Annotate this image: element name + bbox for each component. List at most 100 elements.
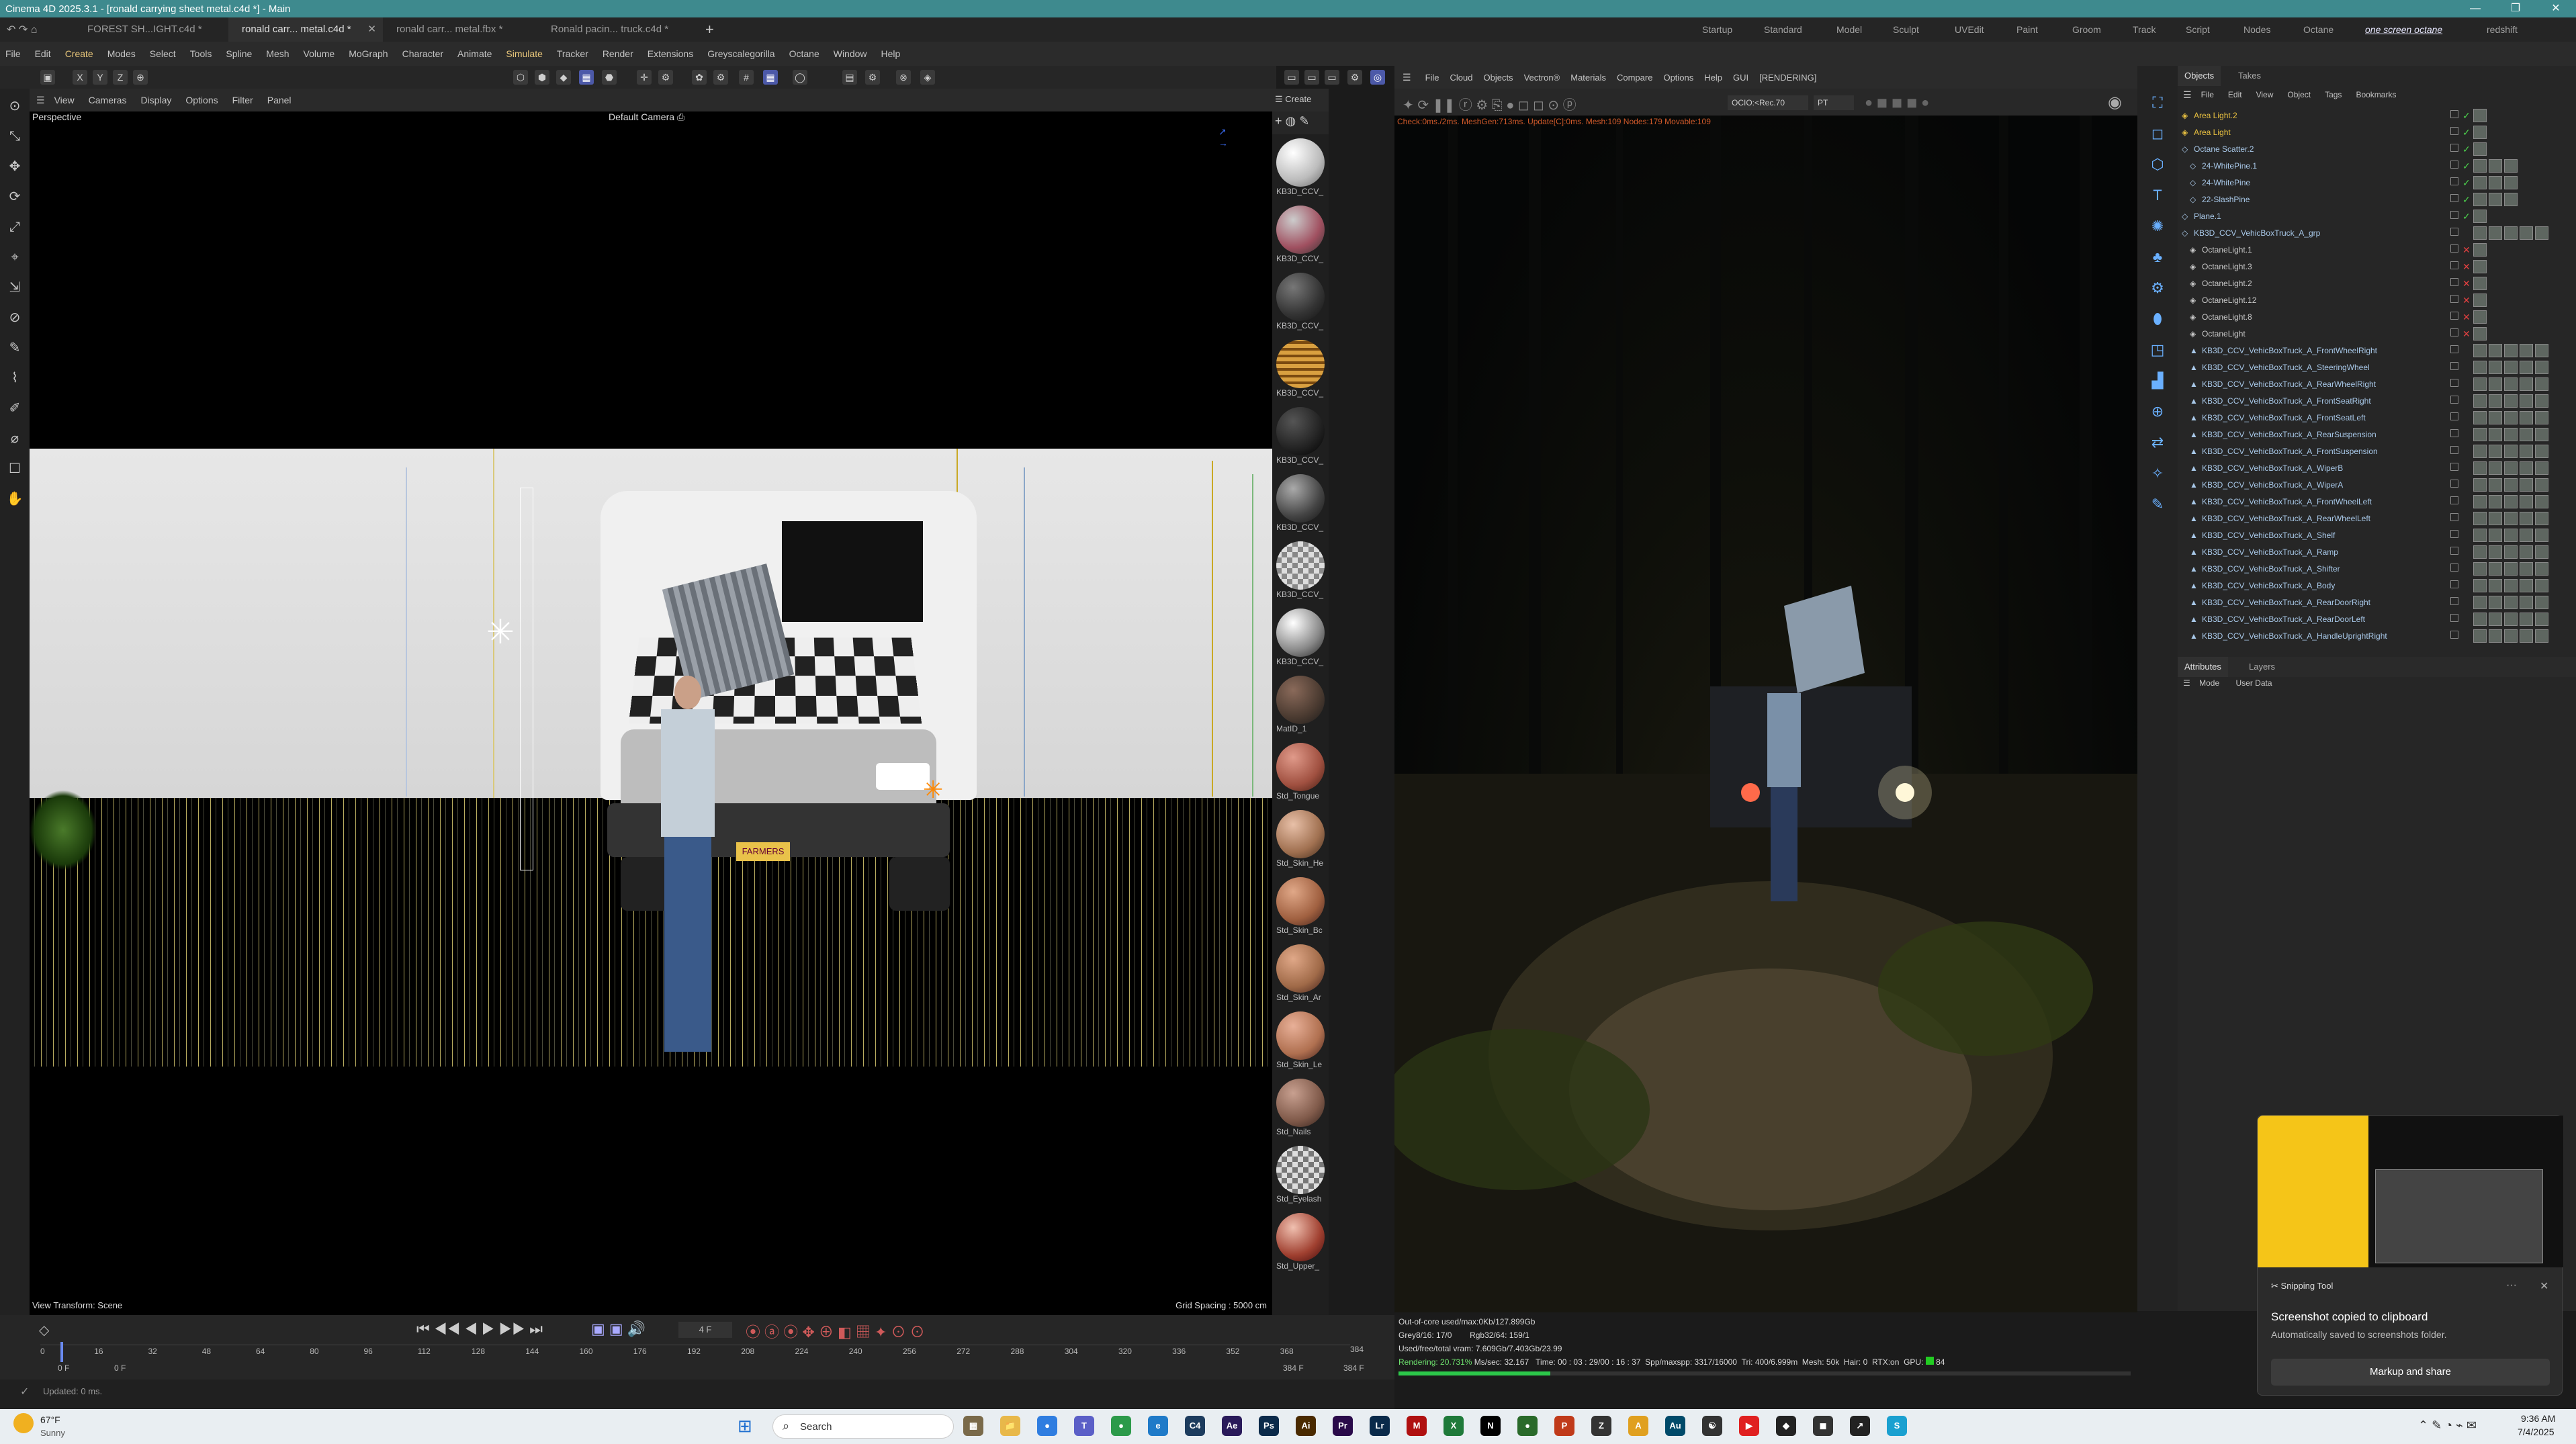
material-tag-icon[interactable]: [2489, 411, 2502, 424]
octane-text-icon[interactable]: T: [2147, 185, 2168, 206]
transform-icon[interactable]: ⌖: [5, 248, 24, 267]
object-state-icon[interactable]: ✕: [2462, 242, 2471, 259]
x-axis-icon[interactable]: X: [73, 70, 87, 85]
material-tag-icon[interactable]: [2504, 445, 2518, 458]
attr-menu-userdata[interactable]: User Data: [2235, 678, 2272, 688]
object-name[interactable]: OctaneLight.8: [2202, 309, 2252, 326]
material-tag-icon[interactable]: [2489, 596, 2502, 609]
material-swatch[interactable]: Std_Skin_Bc: [1276, 877, 1325, 944]
object-state-icon[interactable]: ✕: [2462, 259, 2471, 275]
material-tag-icon[interactable]: [2520, 445, 2533, 458]
material-tag-icon[interactable]: [2489, 445, 2502, 458]
object-row[interactable]: ◈ OctaneLight.12 ✕: [2178, 292, 2576, 309]
material-tag-icon[interactable]: [2489, 562, 2502, 576]
material-tag-icon[interactable]: [2504, 361, 2518, 374]
material-tag-icon[interactable]: [2520, 512, 2533, 525]
object-name[interactable]: KB3D_CCV_VehicBoxTruck_A_grp: [2194, 225, 2320, 242]
move-icon[interactable]: ✥: [5, 157, 24, 176]
menu-simulate[interactable]: Simulate: [506, 48, 542, 59]
material-tag-icon[interactable]: [2473, 545, 2487, 559]
material-tag-icon[interactable]: [2535, 529, 2548, 542]
object-name[interactable]: KB3D_CCV_VehicBoxTruck_A_FrontWheelRight: [2202, 343, 2377, 359]
material-tag-icon[interactable]: [2473, 277, 2487, 290]
layout-startup[interactable]: Startup: [1702, 17, 1732, 42]
object-name[interactable]: Area Light: [2194, 124, 2231, 141]
material-tag-icon[interactable]: [2535, 461, 2548, 475]
object-row[interactable]: ◇ 24-WhitePine ✓: [2178, 175, 2576, 191]
object-row[interactable]: ◈ Area Light ✓: [2178, 124, 2576, 141]
layout-script[interactable]: Script: [2186, 17, 2210, 42]
material-tag-icon[interactable]: [2489, 495, 2502, 508]
visibility-checkbox[interactable]: [2450, 312, 2458, 320]
ocio-select[interactable]: OCIO:<Rec.70: [1728, 95, 1808, 110]
material-tag-icon[interactable]: [2520, 495, 2533, 508]
layout-track[interactable]: Track: [2133, 17, 2156, 42]
taskbar-app-icon[interactable]: Au: [1665, 1416, 1685, 1436]
material-tag-icon[interactable]: [2535, 478, 2548, 492]
taskbar-app-icon[interactable]: ◆: [1776, 1416, 1796, 1436]
object-name[interactable]: Plane.1: [2194, 208, 2221, 225]
menu-render[interactable]: Render: [603, 48, 633, 59]
taskbar-app-icon[interactable]: A: [1628, 1416, 1648, 1436]
snap-icon[interactable]: ✿: [692, 70, 707, 85]
material-tag-icon[interactable]: [2473, 210, 2487, 223]
weather-icon[interactable]: [13, 1413, 34, 1433]
material-tag-icon[interactable]: [2473, 562, 2487, 576]
material-swatch[interactable]: Std_Nails: [1276, 1079, 1325, 1146]
loop-controls[interactable]: ▣ ▣ 🔊: [591, 1320, 646, 1338]
visibility-checkbox[interactable]: [2450, 161, 2458, 169]
material-swatch[interactable]: KB3D_CCV_: [1276, 407, 1325, 474]
frame-ruler[interactable]: 0 16 32 48 64 80 96 112 128 144 160 176 192 208 224 240…: [40, 1345, 1350, 1361]
menu-mograph[interactable]: MoGraph: [349, 48, 388, 59]
material-tag-icon[interactable]: [2473, 529, 2487, 542]
object-row[interactable]: ◈ OctaneLight.3 ✕: [2178, 259, 2576, 275]
object-name[interactable]: KB3D_CCV_VehicBoxTruck_A_RearDoorLeft: [2202, 611, 2365, 628]
material-tag-icon[interactable]: [2535, 596, 2548, 609]
settings-icon[interactable]: ⚙: [658, 70, 673, 85]
octane-object-icon[interactable]: ⬡: [2147, 154, 2168, 175]
object-row[interactable]: ▲ KB3D_CCV_VehicBoxTruck_A_FrontWheelRigh…: [2178, 343, 2576, 359]
layout-model[interactable]: Model: [1836, 17, 1862, 42]
visibility-checkbox[interactable]: [2450, 328, 2458, 336]
render-menu-help[interactable]: Help: [1704, 73, 1722, 83]
tab-layers[interactable]: Layers: [2242, 657, 2282, 677]
tab-takes[interactable]: Takes: [2231, 66, 2268, 86]
menu-modes[interactable]: Modes: [107, 48, 136, 59]
visibility-checkbox[interactable]: [2450, 379, 2458, 387]
object-name[interactable]: OctaneLight.3: [2202, 259, 2252, 275]
menu-window[interactable]: Window: [834, 48, 867, 59]
octane-env-icon[interactable]: ⛶: [2147, 93, 2168, 113]
material-tag-icon[interactable]: [2473, 294, 2487, 307]
visibility-checkbox[interactable]: [2450, 194, 2458, 202]
visibility-checkbox[interactable]: [2450, 463, 2458, 471]
material-tag-icon[interactable]: [2473, 411, 2487, 424]
material-tag-icon[interactable]: [2535, 629, 2548, 643]
material-tag-icon[interactable]: [2504, 596, 2518, 609]
object-name[interactable]: KB3D_CCV_VehicBoxTruck_A_FrontSeatLeft: [2202, 410, 2366, 426]
material-tag-icon[interactable]: [2535, 512, 2548, 525]
material-tag-icon[interactable]: [2473, 613, 2487, 626]
visibility-checkbox[interactable]: [2450, 261, 2458, 269]
object-name[interactable]: 22-SlashPine: [2202, 191, 2250, 208]
render-menu-vectron[interactable]: Vectron®: [1524, 73, 1560, 83]
layout-redshift[interactable]: redshift: [2487, 17, 2518, 42]
material-tag-icon[interactable]: [2489, 579, 2502, 592]
layout-standard[interactable]: Standard: [1764, 17, 1802, 42]
object-name[interactable]: OctaneLight: [2202, 326, 2246, 343]
lock-icon[interactable]: ◉: [2108, 93, 2122, 112]
end-frame[interactable]: 384 F: [1343, 1363, 1364, 1373]
keyframe-icon[interactable]: ◇: [39, 1322, 49, 1339]
layout-groom[interactable]: Groom: [2072, 17, 2101, 42]
object-row[interactable]: ▲ KB3D_CCV_VehicBoxTruck_A_Shelf: [2178, 527, 2576, 544]
maximize-button[interactable]: ❐: [2495, 0, 2536, 17]
object-row[interactable]: ▲ KB3D_CCV_VehicBoxTruck_A_SteeringWheel: [2178, 359, 2576, 376]
menu-tools[interactable]: Tools: [190, 48, 212, 59]
octane-exchange-icon[interactable]: ⇄: [2147, 433, 2168, 453]
object-name[interactable]: KB3D_CCV_VehicBoxTruck_A_SteeringWheel: [2202, 359, 2370, 376]
menu-help[interactable]: Help: [881, 48, 901, 59]
add-tab-button[interactable]: +: [692, 21, 714, 38]
attr-menu-mode[interactable]: Mode: [2199, 678, 2219, 688]
render-menu-gui[interactable]: GUI: [1733, 73, 1748, 83]
object-state-icon[interactable]: ✓: [2462, 124, 2471, 141]
clock-date[interactable]: 7/4/2025: [2518, 1427, 2555, 1437]
